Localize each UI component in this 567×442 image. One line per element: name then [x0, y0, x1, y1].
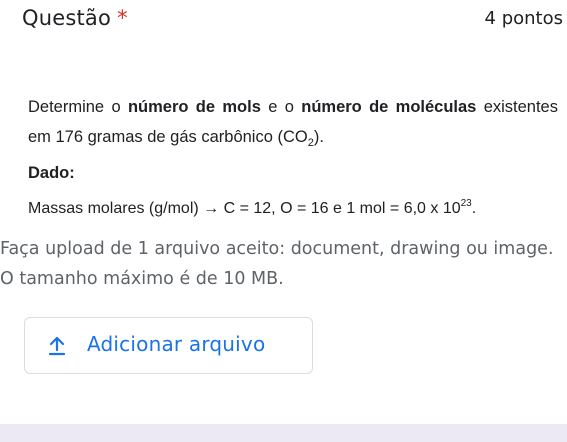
massas-molares: Massas molares (g/mol) → C = 12, O = 16 … [28, 198, 558, 218]
question-text-part-1: Determine o [28, 98, 128, 116]
question-points: 4 pontos [484, 8, 563, 29]
question-title-text: Questão [22, 6, 112, 30]
question-text-part-4: ). [313, 128, 324, 146]
question-header: Questão * 4 pontos [22, 6, 563, 32]
upload-info: Faça upload de 1 arquivo aceito: documen… [0, 239, 554, 289]
question-text-bold-1: número de mols [127, 98, 261, 116]
question-text: Determine o número de mols e o número de… [28, 92, 558, 152]
required-mark: * [117, 6, 128, 30]
upload-icon [46, 335, 68, 357]
massas-end: . [471, 200, 477, 217]
question-card: Questão * 4 pontos Determine o número de … [0, 0, 567, 424]
add-file-button[interactable]: Adicionar arquivo [24, 317, 313, 374]
question-text-bold-2: número de moléculas [301, 98, 477, 116]
question-text-part-2: e o [260, 98, 302, 116]
dado-label: Dado: [28, 164, 75, 182]
massas-superscript: 23 [460, 198, 472, 209]
massas-text: Massas molares (g/mol) → C = 12, O = 16 … [28, 200, 461, 217]
add-file-label: Adicionar arquivo [87, 332, 266, 356]
page-background [0, 424, 567, 442]
question-title: Questão * [22, 6, 128, 30]
